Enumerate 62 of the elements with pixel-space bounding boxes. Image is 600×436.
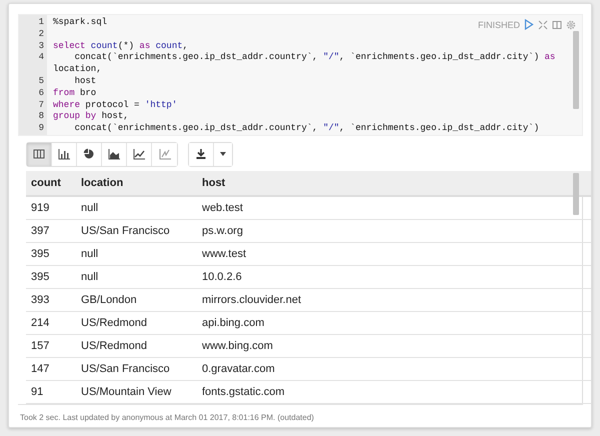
table-cell: US/Mountain View bbox=[76, 380, 197, 404]
line-number: 8 bbox=[38, 111, 45, 124]
book-icon[interactable] bbox=[552, 20, 562, 30]
caret-icon bbox=[220, 152, 226, 156]
collapse-icon[interactable] bbox=[538, 20, 548, 30]
table-cell: null bbox=[76, 265, 197, 288]
line-number: 7 bbox=[38, 100, 45, 112]
table-cell: null bbox=[76, 242, 197, 266]
run-icon[interactable] bbox=[524, 19, 534, 30]
table-cell: www.bing.com bbox=[197, 334, 591, 358]
table-cell: api.bing.com bbox=[197, 311, 591, 334]
line-number: 9 bbox=[38, 123, 45, 135]
table-cell: mirrors.clouvider.net bbox=[197, 288, 591, 312]
table-cell: 395 bbox=[26, 242, 76, 266]
table-icon bbox=[32, 148, 46, 160]
line-number: 1 bbox=[38, 17, 45, 29]
code-line: where protocol = 'http' bbox=[53, 100, 178, 112]
table-cell: 157 bbox=[26, 334, 76, 358]
table-cell: US/San Francisco bbox=[76, 219, 197, 242]
code-line: host bbox=[74, 76, 96, 88]
table-cell: 214 bbox=[26, 311, 76, 334]
table-cell: 0.gravatar.com bbox=[197, 357, 591, 380]
line-number: 3 bbox=[38, 40, 45, 52]
column-header[interactable]: host bbox=[197, 170, 591, 196]
status-text: Took 2 sec. Last updated by anonymous at March 01 2017, 8:01:16 PM. (outdated) bbox=[18, 404, 583, 432]
table-cell: GB/London bbox=[76, 288, 197, 312]
table-cell: 393 bbox=[26, 288, 76, 312]
scrollbar[interactable] bbox=[573, 31, 579, 109]
line-number: 2 bbox=[38, 28, 45, 41]
download-icon bbox=[195, 148, 207, 160]
table-cell: US/Redmond bbox=[76, 334, 197, 358]
table-cell: US/San Francisco bbox=[76, 357, 197, 380]
table-cell: 91 bbox=[26, 380, 76, 404]
table-cell: 10.0.2.6 bbox=[197, 265, 591, 288]
code-line: select count(*) as count, bbox=[53, 40, 188, 52]
table-cell: fonts.gstatic.com bbox=[197, 380, 591, 404]
table-cell: 395 bbox=[26, 265, 76, 288]
line-number: 4 bbox=[38, 52, 45, 64]
column-header[interactable]: count bbox=[26, 170, 76, 196]
column-header[interactable]: location bbox=[76, 170, 197, 196]
code-line: from bro bbox=[53, 88, 96, 100]
bar-chart-icon bbox=[57, 148, 71, 160]
scrollbar[interactable] bbox=[573, 172, 579, 215]
table-cell: ps.w.org bbox=[197, 219, 591, 242]
line-number: 5 bbox=[38, 76, 45, 88]
download-button[interactable] bbox=[189, 142, 214, 166]
table-cell: 397 bbox=[26, 219, 76, 242]
table-cell: 919 bbox=[26, 196, 76, 220]
scatter-chart-icon bbox=[158, 148, 172, 160]
table-cell: null bbox=[76, 196, 197, 220]
table-view-button[interactable] bbox=[27, 142, 52, 166]
table-cell: US/Redmond bbox=[76, 311, 197, 334]
code-line: concat(`enrichments.geo.ip_dst_addr.country`, "/", `enrichments.geo.ip_dst_addr.city`) bbox=[74, 123, 540, 135]
code-line: group by host, bbox=[53, 111, 129, 124]
line-number: 6 bbox=[38, 88, 45, 100]
line-chart-icon bbox=[132, 148, 146, 160]
status-label: FINISHED bbox=[478, 20, 520, 30]
table-cell: 147 bbox=[26, 357, 76, 380]
table-cell: www.test bbox=[197, 242, 591, 266]
code-line: %spark.sql bbox=[53, 17, 108, 29]
area-chart-icon bbox=[107, 148, 121, 160]
pie-chart-icon bbox=[82, 148, 96, 160]
